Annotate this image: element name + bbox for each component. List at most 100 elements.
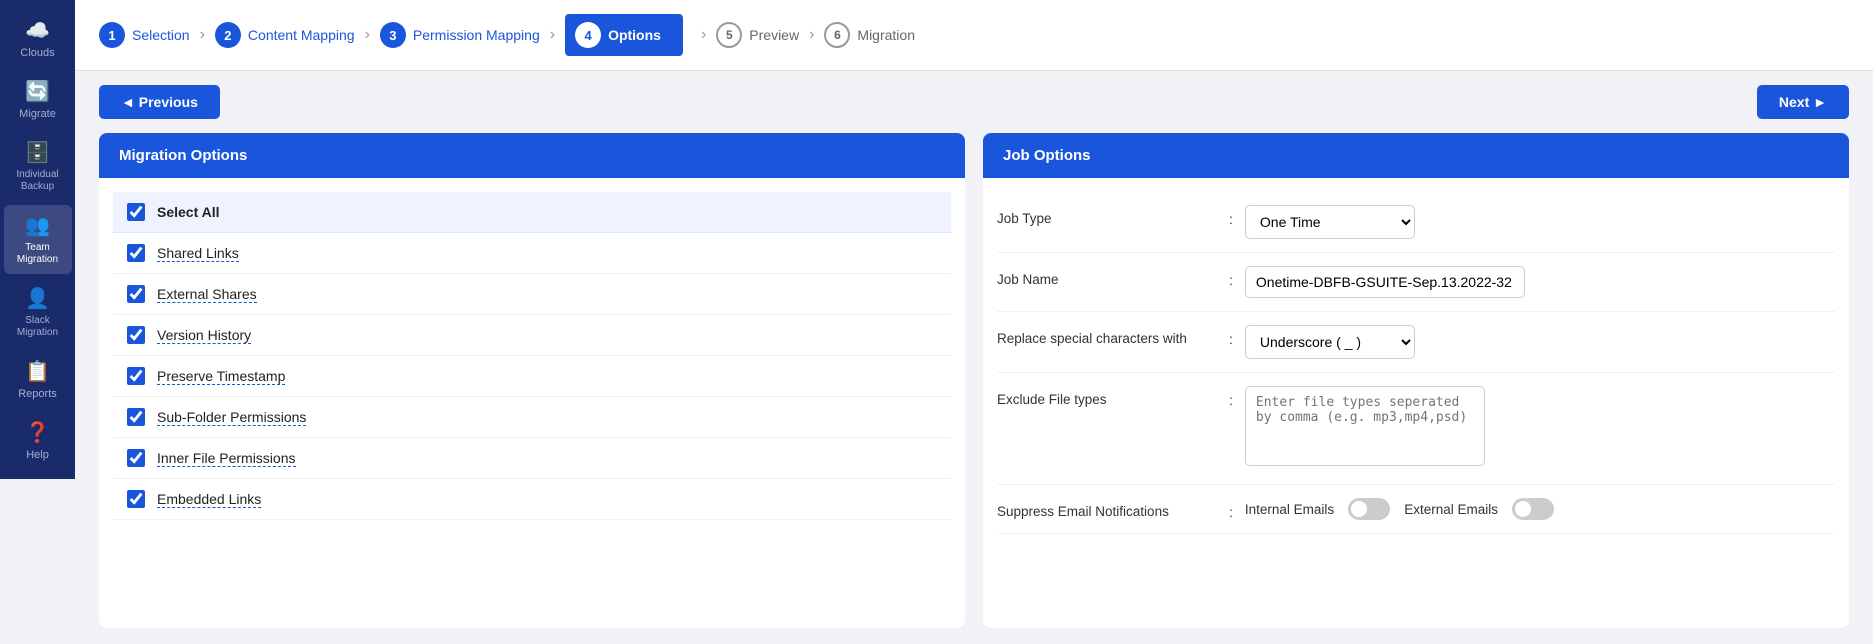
exclude-file-types-input[interactable] — [1245, 386, 1485, 466]
replace-special-control: Underscore ( _ ) Hyphen ( - ) None — [1245, 325, 1835, 359]
checkbox-item-version-history: Version History — [113, 315, 951, 356]
checkbox-label-external-shares[interactable]: External Shares — [157, 286, 257, 303]
form-row-job-name: Job Name : — [997, 253, 1835, 312]
step-6-migration[interactable]: 6 Migration — [824, 22, 915, 48]
sidebar-item-migrate[interactable]: 🔄 Migrate — [4, 71, 72, 128]
step-6-circle: 6 — [824, 22, 850, 48]
step-arrow-4: › — [701, 26, 706, 44]
checkbox-item-shared-links: Shared Links — [113, 233, 951, 274]
checkbox-item-embedded-links: Embedded Links — [113, 479, 951, 520]
checkbox-item-external-shares: External Shares — [113, 274, 951, 315]
clouds-icon: ☁️ — [25, 18, 50, 43]
step-2-content-mapping[interactable]: 2 Content Mapping — [215, 22, 355, 48]
checkbox-label-select-all[interactable]: Select All — [157, 204, 220, 220]
stepper: 1 Selection › 2 Content Mapping › 3 Perm… — [75, 0, 1873, 71]
replace-special-select[interactable]: Underscore ( _ ) Hyphen ( - ) None — [1245, 325, 1415, 359]
checkbox-external-shares[interactable] — [127, 285, 145, 303]
form-row-replace-special: Replace special characters with : Unders… — [997, 312, 1835, 373]
internal-emails-label: Internal Emails — [1245, 502, 1334, 517]
job-type-label: Job Type — [997, 205, 1217, 226]
internal-emails-toggle[interactable] — [1348, 498, 1390, 520]
replace-special-label: Replace special characters with — [997, 325, 1217, 346]
checkbox-item-select-all: Select All — [113, 192, 951, 233]
action-bar: ◄ Previous Next ► — [75, 71, 1873, 133]
slack-icon: 👤 — [25, 286, 50, 311]
main-content: 1 Selection › 2 Content Mapping › 3 Perm… — [75, 0, 1873, 644]
checkbox-label-version-history[interactable]: Version History — [157, 327, 251, 344]
checkbox-version-history[interactable] — [127, 326, 145, 344]
checkbox-label-embedded-links[interactable]: Embedded Links — [157, 491, 261, 508]
previous-button[interactable]: ◄ Previous — [99, 85, 220, 119]
step-4-label: Options — [608, 27, 661, 43]
step-3-label: Permission Mapping — [413, 27, 540, 43]
step-1-selection[interactable]: 1 Selection — [99, 22, 190, 48]
migration-options-header: Migration Options — [99, 133, 965, 178]
exclude-file-types-control — [1245, 386, 1835, 471]
sidebar-label-reports: Reports — [18, 388, 57, 400]
checkbox-label-inner-file-permissions[interactable]: Inner File Permissions — [157, 450, 296, 467]
checkbox-item-subfolder-permissions: Sub-Folder Permissions — [113, 397, 951, 438]
sidebar-item-clouds[interactable]: ☁️ Clouds — [4, 10, 72, 67]
exclude-file-types-label: Exclude File types — [997, 386, 1217, 407]
step-1-label: Selection — [132, 27, 190, 43]
sidebar-item-reports[interactable]: 📋 Reports — [4, 351, 72, 408]
suppress-row: Internal Emails External Emails — [1245, 498, 1835, 520]
step-6-label: Migration — [857, 27, 915, 43]
step-5-circle: 5 — [716, 22, 742, 48]
external-emails-slider — [1512, 498, 1554, 520]
checkbox-label-shared-links[interactable]: Shared Links — [157, 245, 239, 262]
team-migration-icon: 👥 — [25, 213, 50, 238]
sidebar-item-individual-backup[interactable]: 🗄️ Individual Backup — [4, 132, 72, 201]
checkbox-subfolder-permissions[interactable] — [127, 408, 145, 426]
backup-icon: 🗄️ — [25, 140, 50, 165]
external-emails-toggle[interactable] — [1512, 498, 1554, 520]
job-options-panel: Job Options Job Type : One Time Schedule… — [983, 133, 1849, 628]
migration-options-title: Migration Options — [119, 147, 247, 164]
form-row-suppress-email: Suppress Email Notifications : Internal … — [997, 485, 1835, 534]
next-button[interactable]: Next ► — [1757, 85, 1849, 119]
step-4-options[interactable]: 4 Options — [565, 14, 683, 56]
form-row-exclude-file-types: Exclude File types : — [997, 373, 1835, 485]
internal-emails-slider — [1348, 498, 1390, 520]
suppress-email-label: Suppress Email Notifications — [997, 498, 1217, 519]
job-name-control — [1245, 266, 1835, 298]
suppress-email-control: Internal Emails External Emails — [1245, 498, 1835, 520]
sidebar-label-team-migration: Team Migration — [8, 242, 68, 266]
checkbox-shared-links[interactable] — [127, 244, 145, 262]
checkbox-item-preserve-timestamp: Preserve Timestamp — [113, 356, 951, 397]
external-emails-label: External Emails — [1404, 502, 1498, 517]
migration-options-panel: Migration Options Select All Shared Link… — [99, 133, 965, 628]
checkbox-label-preserve-timestamp[interactable]: Preserve Timestamp — [157, 368, 285, 385]
sidebar-label-help: Help — [26, 449, 49, 461]
replace-special-colon: : — [1229, 325, 1233, 347]
step-4-circle: 4 — [575, 22, 601, 48]
suppress-email-colon: : — [1229, 498, 1233, 520]
exclude-file-types-colon: : — [1229, 386, 1233, 408]
sidebar-item-help[interactable]: ❓ Help — [4, 412, 72, 469]
job-type-select[interactable]: One Time Scheduled Continuous — [1245, 205, 1415, 239]
sidebar-label-slack: Slack Migration — [8, 315, 68, 339]
checkbox-inner-file-permissions[interactable] — [127, 449, 145, 467]
job-type-control: One Time Scheduled Continuous — [1245, 205, 1835, 239]
job-options-title: Job Options — [1003, 147, 1091, 164]
job-options-body: Job Type : One Time Scheduled Continuous… — [983, 178, 1849, 628]
sidebar: ☁️ Clouds 🔄 Migrate 🗄️ Individual Backup… — [0, 0, 75, 644]
sidebar-item-slack-migration[interactable]: 👤 Slack Migration — [4, 278, 72, 347]
step-5-preview[interactable]: 5 Preview — [716, 22, 799, 48]
checkbox-item-inner-file-permissions: Inner File Permissions — [113, 438, 951, 479]
checkbox-select-all[interactable] — [127, 203, 145, 221]
content-area: Migration Options Select All Shared Link… — [75, 133, 1873, 644]
help-icon: ❓ — [25, 420, 50, 445]
step-arrow-5: › — [809, 26, 814, 44]
step-arrow-3: › — [550, 26, 555, 44]
sidebar-item-team-migration[interactable]: 👥 Team Migration — [4, 205, 72, 274]
job-name-colon: : — [1229, 266, 1233, 288]
checkbox-preserve-timestamp[interactable] — [127, 367, 145, 385]
checkbox-embedded-links[interactable] — [127, 490, 145, 508]
job-name-input[interactable] — [1245, 266, 1525, 298]
migrate-icon: 🔄 — [25, 79, 50, 104]
checkbox-list: Select All Shared Links External Shares … — [113, 192, 951, 520]
sidebar-label-clouds: Clouds — [20, 47, 54, 59]
step-3-permission-mapping[interactable]: 3 Permission Mapping — [380, 22, 540, 48]
checkbox-label-subfolder-permissions[interactable]: Sub-Folder Permissions — [157, 409, 306, 426]
